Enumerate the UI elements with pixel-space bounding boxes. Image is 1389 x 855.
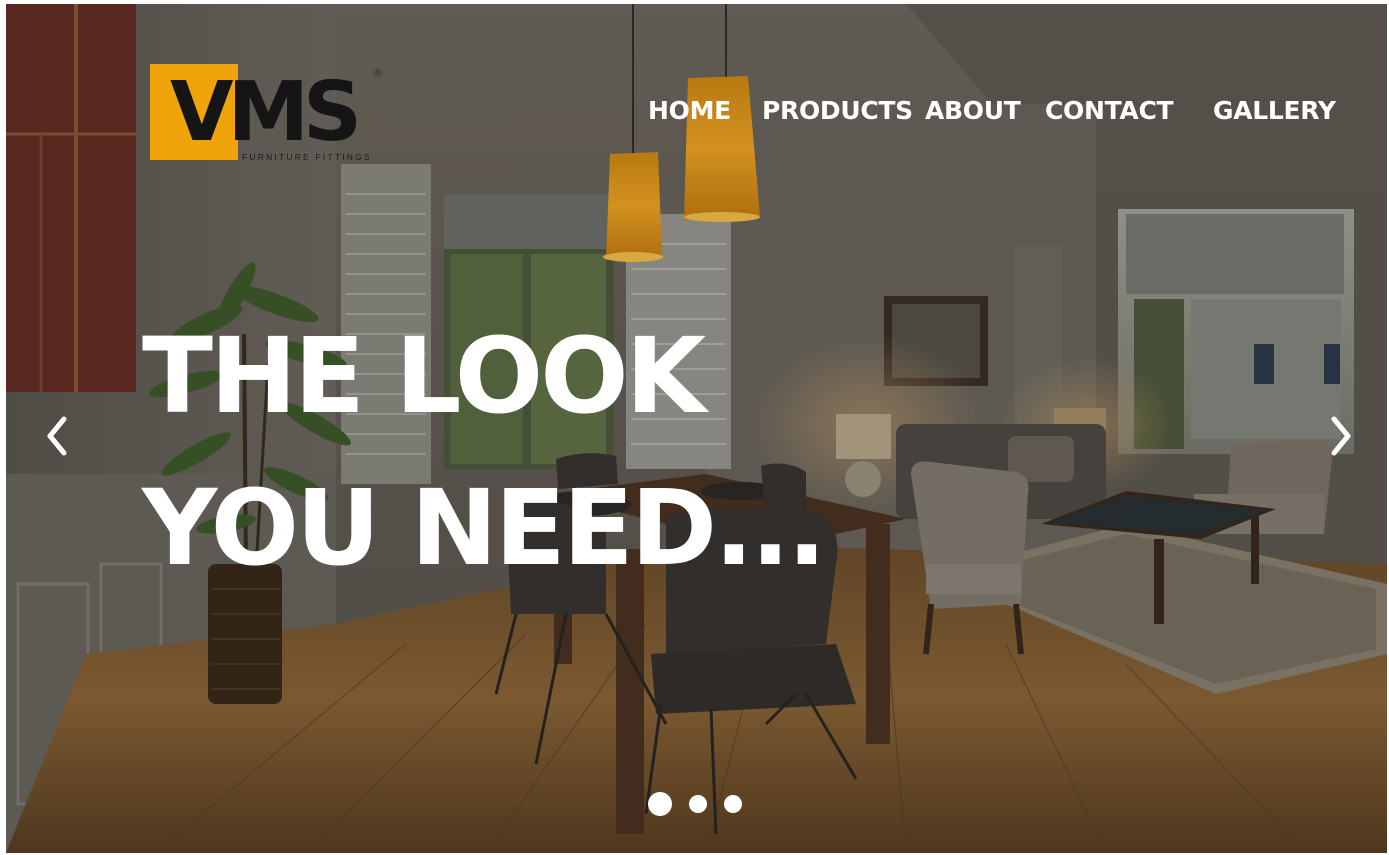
logo-subtitle: FURNITURE FITTINGS [242,152,372,162]
slider-next-button[interactable] [1322,409,1358,463]
chevron-right-icon [1331,416,1351,456]
brand-logo[interactable]: VMS ® FURNITURE FITTINGS [150,64,395,169]
slider-prev-button[interactable] [40,409,76,463]
nav-item-products[interactable]: PRODUCTS [762,96,913,125]
nav-item-home[interactable]: HOME [648,96,731,125]
slider-dot-1[interactable] [648,792,672,816]
registered-mark: ® [374,68,383,80]
logo-text: VMS [170,65,362,160]
chevron-left-icon [47,416,67,456]
nav-item-contact[interactable]: CONTACT [1045,96,1174,125]
hero-headline: THE LOOK YOU NEED... [142,300,827,604]
hero-headline-line2: YOU NEED... [142,467,827,589]
hero-slider: VMS ® FURNITURE FITTINGS HOME PRODUCTS A… [6,4,1387,853]
slider-dot-3[interactable] [724,795,742,813]
hero-headline-line1: THE LOOK [142,315,706,437]
nav-item-about[interactable]: ABOUT [925,96,1021,125]
slider-dot-2[interactable] [689,795,707,813]
nav-item-gallery[interactable]: GALLERY [1213,96,1336,125]
